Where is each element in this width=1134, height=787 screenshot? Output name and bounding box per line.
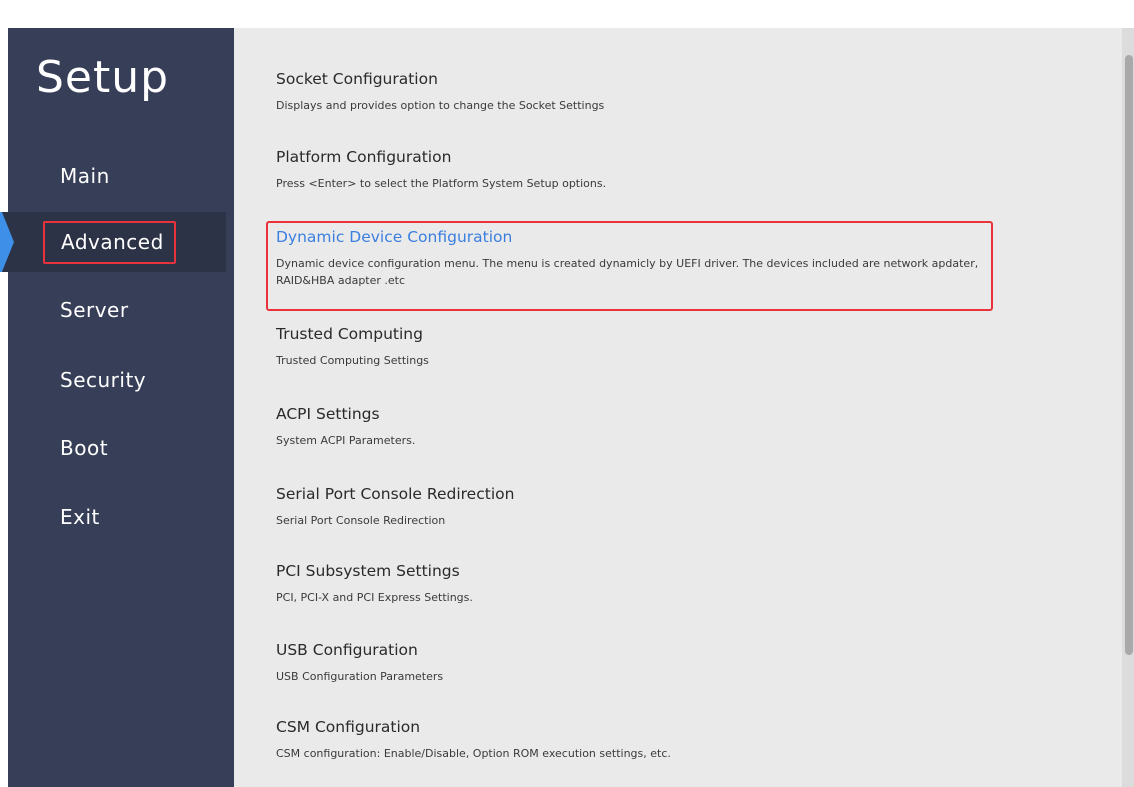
setup-title: Setup [36, 52, 170, 103]
menu-item-description: PCI, PCI-X and PCI Express Settings. [276, 591, 473, 604]
nav-item-server[interactable]: Server [0, 280, 226, 340]
nav-item-main[interactable]: Main [0, 146, 226, 206]
menu-item-csm-configuration[interactable]: CSM Configuration CSM configuration: Ena… [276, 718, 996, 762]
nav-item-label: Boot [60, 436, 109, 460]
menu-item-platform-configuration[interactable]: Platform Configuration Press <Enter> to … [276, 148, 996, 192]
menu-item-title: PCI Subsystem Settings [276, 562, 460, 580]
nav-item-advanced[interactable]: Advanced [0, 212, 226, 272]
nav-item-exit[interactable]: Exit [0, 487, 226, 547]
nav-item-label: Server [60, 298, 129, 322]
menu-item-description: System ACPI Parameters. [276, 434, 416, 447]
menu-item-title: Socket Configuration [276, 70, 438, 88]
menu-item-trusted-computing[interactable]: Trusted Computing Trusted Computing Sett… [276, 325, 996, 369]
menu-item-description: Displays and provides option to change t… [276, 99, 605, 112]
annotation-highlight-box [266, 221, 993, 311]
menu-item-socket-configuration[interactable]: Socket Configuration Displays and provid… [276, 70, 996, 114]
menu-item-acpi-settings[interactable]: ACPI Settings System ACPI Parameters. [276, 405, 996, 449]
menu-item-description: Serial Port Console Redirection [276, 514, 446, 527]
menu-item-pci-subsystem-settings[interactable]: PCI Subsystem Settings PCI, PCI-X and PC… [276, 562, 996, 606]
menu-item-description: USB Configuration Parameters [276, 670, 444, 683]
menu-item-title: ACPI Settings [276, 405, 380, 423]
active-indicator-icon [0, 212, 14, 272]
nav-item-label: Security [60, 368, 147, 392]
menu-item-serial-port-console-redirection[interactable]: Serial Port Console Redirection Serial P… [276, 485, 996, 529]
menu-item-title: USB Configuration [276, 641, 418, 659]
nav-item-label: Advanced [43, 220, 176, 264]
menu-item-usb-configuration[interactable]: USB Configuration USB Configuration Para… [276, 641, 996, 685]
menu-item-title: Platform Configuration [276, 148, 452, 166]
menu-item-title: Serial Port Console Redirection [276, 485, 515, 503]
nav-item-security[interactable]: Security [0, 350, 226, 410]
nav-item-label: Exit [60, 505, 100, 529]
menu-item-description: Press <Enter> to select the Platform Sys… [276, 177, 607, 190]
menu-item-description: CSM configuration: Enable/Disable, Optio… [276, 747, 671, 760]
menu-item-description: Trusted Computing Settings [276, 354, 429, 367]
nav-item-label: Main [60, 164, 110, 188]
scrollbar-thumb[interactable] [1125, 55, 1133, 655]
nav-item-boot[interactable]: Boot [0, 418, 226, 478]
menu-item-title: Trusted Computing [276, 325, 423, 343]
menu-item-title: CSM Configuration [276, 718, 421, 736]
